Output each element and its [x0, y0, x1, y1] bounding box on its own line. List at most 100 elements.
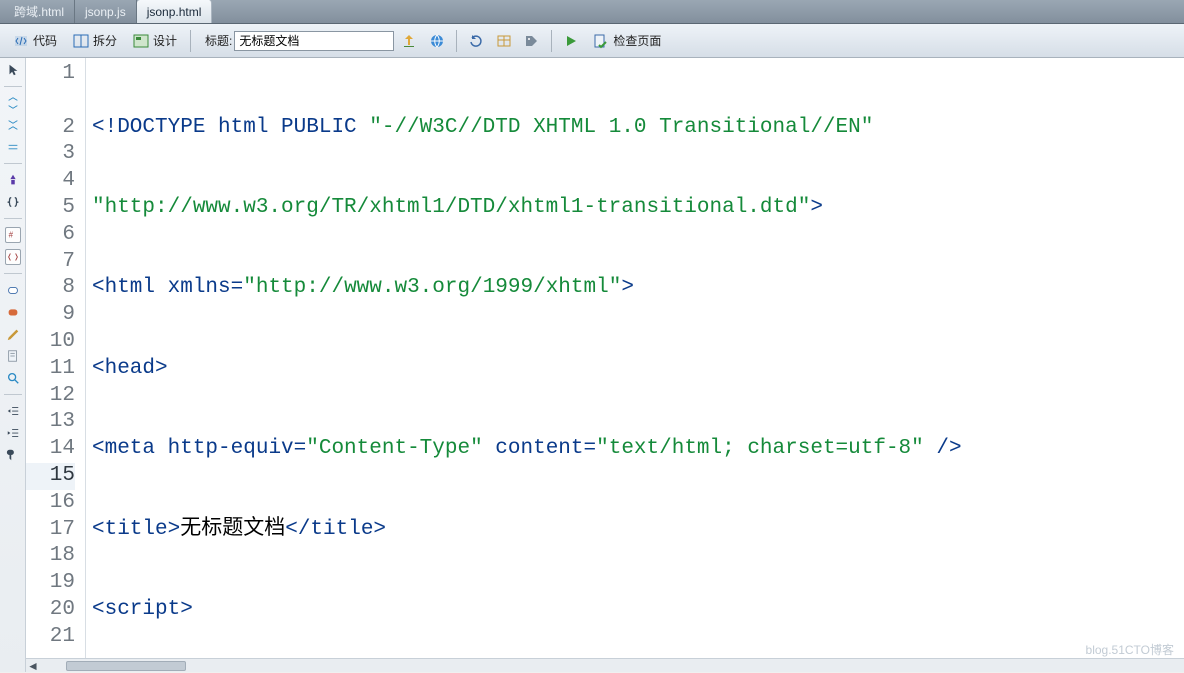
- code-token: xmlns=: [168, 276, 244, 299]
- gutter-divider: [4, 163, 22, 164]
- line-number: 13: [26, 409, 75, 436]
- line-number: 15: [26, 463, 75, 490]
- line-number: 10: [26, 329, 75, 356]
- cursor-tool-icon[interactable]: [5, 62, 21, 78]
- indent-icon[interactable]: [5, 425, 21, 441]
- line-number: 2: [26, 115, 75, 142]
- code-token: >: [621, 276, 634, 299]
- recent-snippets-icon[interactable]: [5, 304, 21, 320]
- collapse-selection-icon[interactable]: [5, 139, 21, 155]
- split-icon: [73, 33, 89, 49]
- wrap-tag-icon[interactable]: [5, 326, 21, 342]
- check-page-button[interactable]: 检查页面: [586, 28, 668, 54]
- design-view-button[interactable]: 设计: [126, 28, 184, 54]
- editor-area: # 1 2 3 4 5 6 7 8 9 10 11 12 13 14 15 16…: [0, 58, 1184, 672]
- line-number: 9: [26, 302, 75, 329]
- table-button[interactable]: [491, 28, 517, 54]
- code-token: >: [810, 196, 823, 219]
- title-input[interactable]: [234, 31, 394, 51]
- split-view-button[interactable]: 拆分: [66, 28, 124, 54]
- code-token: "text/html; charset=utf-8": [596, 437, 924, 460]
- highlight-invalid-icon[interactable]: [5, 249, 21, 265]
- vertical-toolbar: #: [0, 58, 26, 672]
- toolbar-separator: [190, 30, 191, 52]
- line-number: 20: [26, 597, 75, 624]
- line-numbers-icon[interactable]: #: [5, 227, 21, 243]
- gutter-divider: [4, 273, 22, 274]
- code-token: "http://www.w3.org/1999/xhtml": [243, 276, 621, 299]
- design-icon: [133, 33, 149, 49]
- code-view-button[interactable]: 代码: [6, 28, 64, 54]
- line-number: 19: [26, 570, 75, 597]
- code-editor[interactable]: <!DOCTYPE html PUBLIC "-//W3C//DTD XHTML…: [86, 58, 1184, 672]
- check-page-label: 检查页面: [613, 32, 661, 49]
- line-number: 1: [26, 61, 75, 88]
- preview-button[interactable]: [558, 28, 584, 54]
- select-parent-tag-icon[interactable]: [5, 172, 21, 188]
- code-token: <meta: [92, 437, 168, 460]
- code-token: <head>: [92, 357, 168, 380]
- expand-all-icon[interactable]: [5, 95, 21, 111]
- line-number: 5: [26, 195, 75, 222]
- toolbar: 代码 拆分 设计 标题: 检查页面: [0, 24, 1184, 58]
- reference-icon[interactable]: [5, 348, 21, 364]
- line-number: 8: [26, 275, 75, 302]
- globe-button[interactable]: [424, 28, 450, 54]
- syntax-error-icon[interactable]: [5, 282, 21, 298]
- search-icon[interactable]: [5, 370, 21, 386]
- toolbar-separator: [551, 30, 552, 52]
- code-icon: [13, 33, 29, 49]
- line-number: 3: [26, 141, 75, 168]
- code-token: content=: [483, 437, 596, 460]
- tab-crossdomain[interactable]: 跨域.html: [4, 0, 75, 23]
- line-number: 4: [26, 168, 75, 195]
- table-icon: [496, 33, 512, 49]
- code-token: "Content-Type": [306, 437, 482, 460]
- code-view-label: 代码: [33, 32, 57, 49]
- upload-button[interactable]: [396, 28, 422, 54]
- horizontal-scrollbar[interactable]: ◄: [26, 658, 1184, 672]
- collapse-all-icon[interactable]: [5, 117, 21, 133]
- tab-jsonp-js[interactable]: jsonp.js: [75, 0, 137, 23]
- balance-braces-icon[interactable]: [5, 194, 21, 210]
- svg-text:#: #: [8, 231, 13, 240]
- tab-label: 跨域.html: [14, 3, 64, 20]
- line-number: 11: [26, 356, 75, 383]
- tab-label: jsonp.js: [85, 5, 126, 19]
- upload-icon: [401, 33, 417, 49]
- gutter-divider: [4, 218, 22, 219]
- document-tabs: 跨域.html jsonp.js jsonp.html: [0, 0, 1184, 24]
- split-view-label: 拆分: [93, 32, 117, 49]
- design-view-label: 设计: [153, 32, 177, 49]
- outdent-icon[interactable]: [5, 403, 21, 419]
- code-token: />: [924, 437, 962, 460]
- code-token: <title>: [92, 518, 180, 541]
- watermark-text: blog.51CTO博客: [1086, 641, 1174, 658]
- globe-icon: [429, 33, 445, 49]
- line-number: 18: [26, 543, 75, 570]
- gutter-divider: [4, 394, 22, 395]
- gutter-divider: [4, 86, 22, 87]
- line-number: 14: [26, 436, 75, 463]
- check-page-icon: [593, 33, 609, 49]
- code-token: "http://www.w3.org/TR/xhtml1/DTD/xhtml1-…: [92, 196, 810, 219]
- line-number: 16: [26, 490, 75, 517]
- tag-icon: [524, 33, 540, 49]
- scroll-thumb[interactable]: [66, 661, 186, 671]
- refresh-button[interactable]: [463, 28, 489, 54]
- format-icon[interactable]: [5, 447, 21, 463]
- code-token: 无标题文档: [180, 518, 285, 541]
- code-token: </title>: [285, 518, 386, 541]
- code-token: <!DOCTYPE html PUBLIC: [92, 116, 369, 139]
- line-number: 21: [26, 624, 75, 651]
- tag-inspector-button[interactable]: [519, 28, 545, 54]
- code-token: "-//W3C//DTD XHTML 1.0 Transitional//EN": [369, 116, 873, 139]
- line-number: 7: [26, 249, 75, 276]
- code-token: <html: [92, 276, 168, 299]
- tab-jsonp-html[interactable]: jsonp.html: [137, 0, 213, 23]
- line-number-wrap: [26, 88, 75, 115]
- line-number: 12: [26, 383, 75, 410]
- line-number: 6: [26, 222, 75, 249]
- scroll-left-icon[interactable]: ◄: [26, 659, 40, 673]
- code-token: <script>: [92, 598, 193, 621]
